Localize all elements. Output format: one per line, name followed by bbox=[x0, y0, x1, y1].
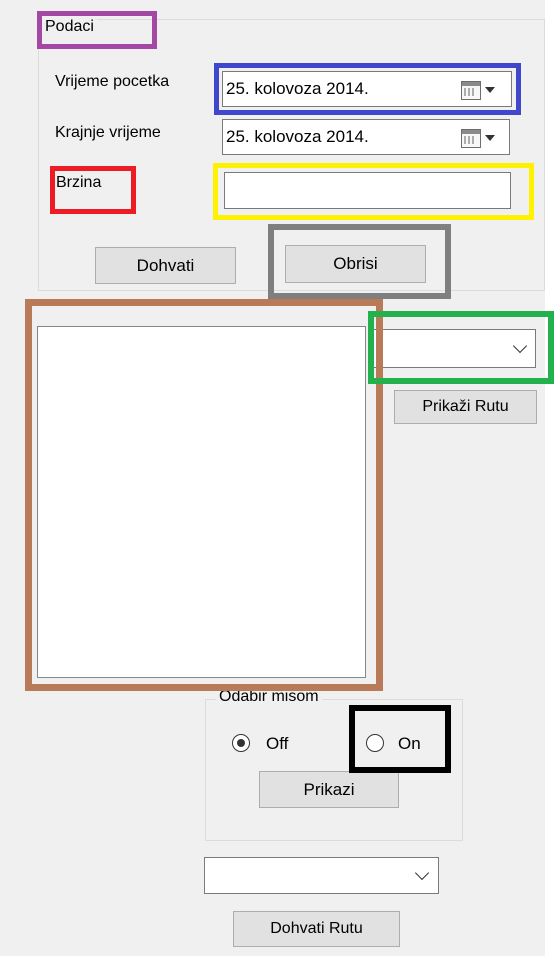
radio-selected-dot bbox=[236, 738, 245, 747]
highlight-yellow bbox=[213, 163, 534, 220]
calendar-icon[interactable] bbox=[461, 129, 481, 148]
dropdown-arrow-icon[interactable] bbox=[485, 135, 495, 141]
show-button[interactable]: Prikazi bbox=[259, 771, 399, 808]
highlight-purple bbox=[37, 11, 157, 49]
end-date-value: 25. kolovoza 2014. bbox=[226, 127, 369, 146]
window-edge bbox=[545, 0, 555, 956]
highlight-red bbox=[50, 166, 136, 214]
highlight-brown bbox=[25, 299, 383, 691]
end-date-picker[interactable]: 25. kolovoza 2014. bbox=[222, 119, 510, 155]
start-time-label: Vrijeme pocetka bbox=[55, 73, 170, 90]
fetch-button[interactable]: Dohvati bbox=[95, 247, 236, 284]
highlight-blue bbox=[214, 63, 521, 115]
show-route-button[interactable]: Prikaži Rutu bbox=[394, 390, 537, 424]
bottom-combobox[interactable] bbox=[204, 857, 439, 894]
highlight-gray bbox=[268, 224, 451, 299]
chevron-down-icon[interactable] bbox=[414, 865, 430, 881]
fetch-route-button[interactable]: Dohvati Rutu bbox=[233, 911, 400, 947]
highlight-black bbox=[349, 705, 451, 773]
off-label[interactable]: Off bbox=[266, 735, 288, 753]
off-radio[interactable] bbox=[232, 734, 250, 752]
highlight-green bbox=[368, 311, 554, 384]
end-time-label: Krajnje vrijeme bbox=[55, 124, 161, 141]
